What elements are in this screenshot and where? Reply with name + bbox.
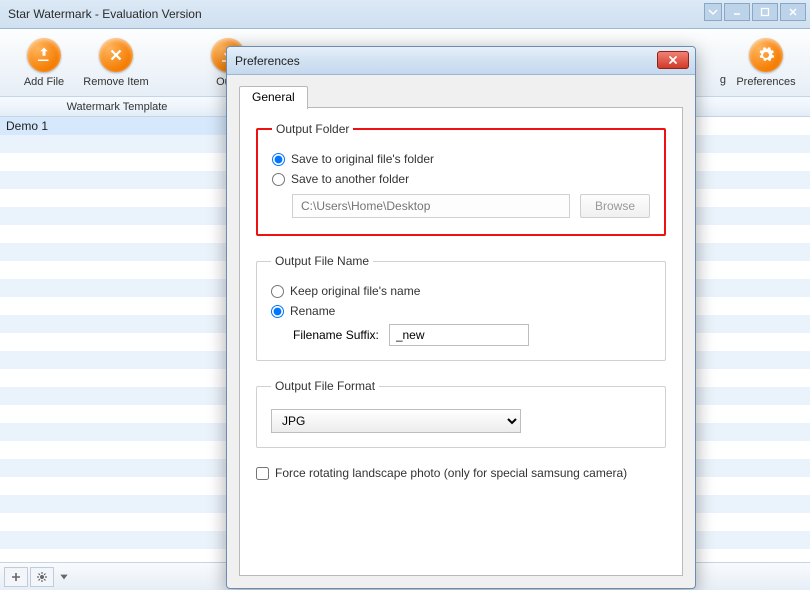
force-rotate-checkbox-row[interactable]: Force rotating landscape photo (only for… — [256, 466, 666, 480]
preferences-dialog: Preferences General Output Folder Save t… — [226, 46, 696, 589]
remove-item-button[interactable]: Remove Item — [80, 33, 152, 93]
force-rotate-checkbox[interactable] — [256, 467, 269, 480]
template-list-header: Watermark Template — [0, 97, 234, 117]
radio-save-original[interactable]: Save to original file's folder — [272, 152, 650, 166]
force-rotate-label: Force rotating landscape photo (only for… — [275, 466, 627, 480]
radio-rename-input[interactable] — [271, 305, 284, 318]
radio-keep-name-label: Keep original file's name — [290, 284, 420, 298]
preferences-gear-icon — [749, 38, 783, 72]
group-output-file-name: Output File Name Keep original file's na… — [256, 254, 666, 361]
radio-rename-label: Rename — [290, 304, 335, 318]
path-row: Browse — [292, 194, 650, 218]
template-row-label: Demo 1 — [6, 119, 48, 133]
dialog-titlebar[interactable]: Preferences — [227, 47, 695, 75]
tab-strip: General — [239, 85, 683, 108]
maximize-button[interactable] — [752, 3, 778, 21]
group-output-folder: Output Folder Save to original file's fo… — [256, 122, 666, 236]
radio-keep-name-input[interactable] — [271, 285, 284, 298]
group-output-file-format: Output File Format JPG — [256, 379, 666, 448]
filename-suffix-row: Filename Suffix: — [293, 324, 651, 346]
tab-content: Output Folder Save to original file's fo… — [239, 108, 683, 576]
group-output-file-format-legend: Output File Format — [271, 379, 379, 393]
output-path-input[interactable] — [292, 194, 570, 218]
add-template-button[interactable] — [4, 567, 28, 587]
template-list[interactable]: Demo 1 — [0, 117, 234, 562]
add-file-button[interactable]: Add File — [8, 33, 80, 93]
dialog-body: General Output Folder Save to original f… — [227, 75, 695, 588]
radio-save-original-label: Save to original file's folder — [291, 152, 434, 166]
radio-save-original-input[interactable] — [272, 153, 285, 166]
preferences-button[interactable]: Preferences — [730, 33, 802, 93]
remove-item-icon — [99, 38, 133, 72]
filename-suffix-input[interactable] — [389, 324, 529, 346]
titlebar-dropdown[interactable] — [704, 3, 722, 21]
add-file-icon — [27, 38, 61, 72]
titlebar: Star Watermark - Evaluation Version — [0, 0, 810, 29]
titlebar-buttons — [704, 3, 806, 21]
radio-rename[interactable]: Rename — [271, 304, 651, 318]
group-output-folder-legend: Output Folder — [272, 122, 353, 136]
filename-suffix-label: Filename Suffix: — [293, 328, 379, 342]
minimize-button[interactable] — [724, 3, 750, 21]
close-button[interactable] — [780, 3, 806, 21]
toolbar-right-partial-label: g — [720, 74, 726, 86]
window-title: Star Watermark - Evaluation Version — [8, 7, 202, 21]
template-row-demo1[interactable]: Demo 1 — [0, 117, 233, 135]
dialog-title: Preferences — [235, 54, 300, 68]
browse-button[interactable]: Browse — [580, 194, 650, 218]
tab-general[interactable]: General — [239, 86, 308, 109]
settings-template-dropdown[interactable] — [56, 567, 72, 587]
radio-save-another-label: Save to another folder — [291, 172, 409, 186]
remove-item-label: Remove Item — [83, 76, 148, 88]
settings-template-button[interactable] — [30, 567, 54, 587]
tab-general-label: General — [252, 90, 295, 104]
add-file-label: Add File — [24, 76, 64, 88]
dialog-close-button[interactable] — [657, 51, 689, 69]
output-format-select[interactable]: JPG — [271, 409, 521, 433]
radio-keep-name[interactable]: Keep original file's name — [271, 284, 651, 298]
preferences-label: Preferences — [736, 76, 795, 88]
radio-save-another-input[interactable] — [272, 173, 285, 186]
group-output-file-name-legend: Output File Name — [271, 254, 373, 268]
radio-save-another[interactable]: Save to another folder — [272, 172, 650, 186]
